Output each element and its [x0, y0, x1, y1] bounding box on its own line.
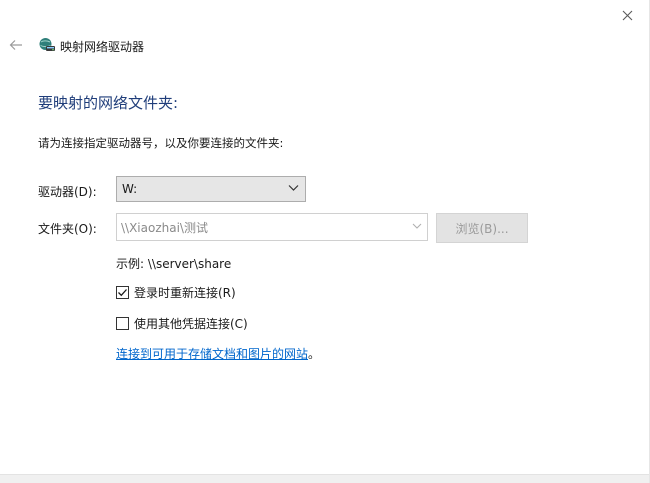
- back-arrow-icon: [9, 40, 22, 50]
- example-text: 示例: \\server\share: [116, 257, 232, 271]
- network-drive-icon: [39, 38, 55, 51]
- back-button[interactable]: [7, 36, 25, 54]
- use-other-credentials-checkbox[interactable]: 使用其他凭据连接(C): [116, 315, 248, 332]
- close-icon: [622, 10, 632, 20]
- instruction-text: 请为连接指定驱动器号，以及你要连接的文件夹:: [38, 136, 284, 150]
- folder-label: 文件夹(O):: [38, 222, 97, 236]
- drive-letter-value: W:: [122, 182, 138, 196]
- drive-label: 驱动器(D):: [38, 185, 97, 199]
- page-heading: 要映射的网络文件夹:: [38, 94, 179, 112]
- checkmark-icon: [118, 289, 127, 297]
- reconnect-at-signin-checkbox[interactable]: 登录时重新连接(R): [116, 284, 236, 301]
- dialog-footer: [0, 474, 649, 483]
- checkbox-box[interactable]: [116, 286, 129, 299]
- checkbox-box[interactable]: [116, 317, 129, 330]
- connect-website-link-text[interactable]: 连接到可用于存储文档和图片的网站: [116, 347, 308, 361]
- folder-path-value: \\Xiaozhai\测试: [121, 220, 208, 235]
- map-network-drive-dialog: 映射网络驱动器 要映射的网络文件夹: 请为连接指定驱动器号，以及你要连接的文件夹…: [0, 0, 650, 483]
- other-credentials-label: 使用其他凭据连接(C): [134, 317, 248, 331]
- browse-button[interactable]: 浏览(B)...: [436, 213, 528, 243]
- chevron-down-icon: [288, 185, 299, 191]
- chevron-down-icon: [412, 223, 422, 229]
- reconnect-label: 登录时重新连接(R): [134, 286, 236, 300]
- connect-website-link[interactable]: 连接到可用于存储文档和图片的网站。: [116, 345, 320, 362]
- close-button[interactable]: [617, 5, 637, 25]
- link-period: 。: [308, 347, 321, 361]
- folder-path-input[interactable]: \\Xiaozhai\测试: [116, 213, 428, 241]
- drive-letter-select[interactable]: W:: [116, 176, 306, 202]
- window-title: 映射网络驱动器: [60, 40, 145, 54]
